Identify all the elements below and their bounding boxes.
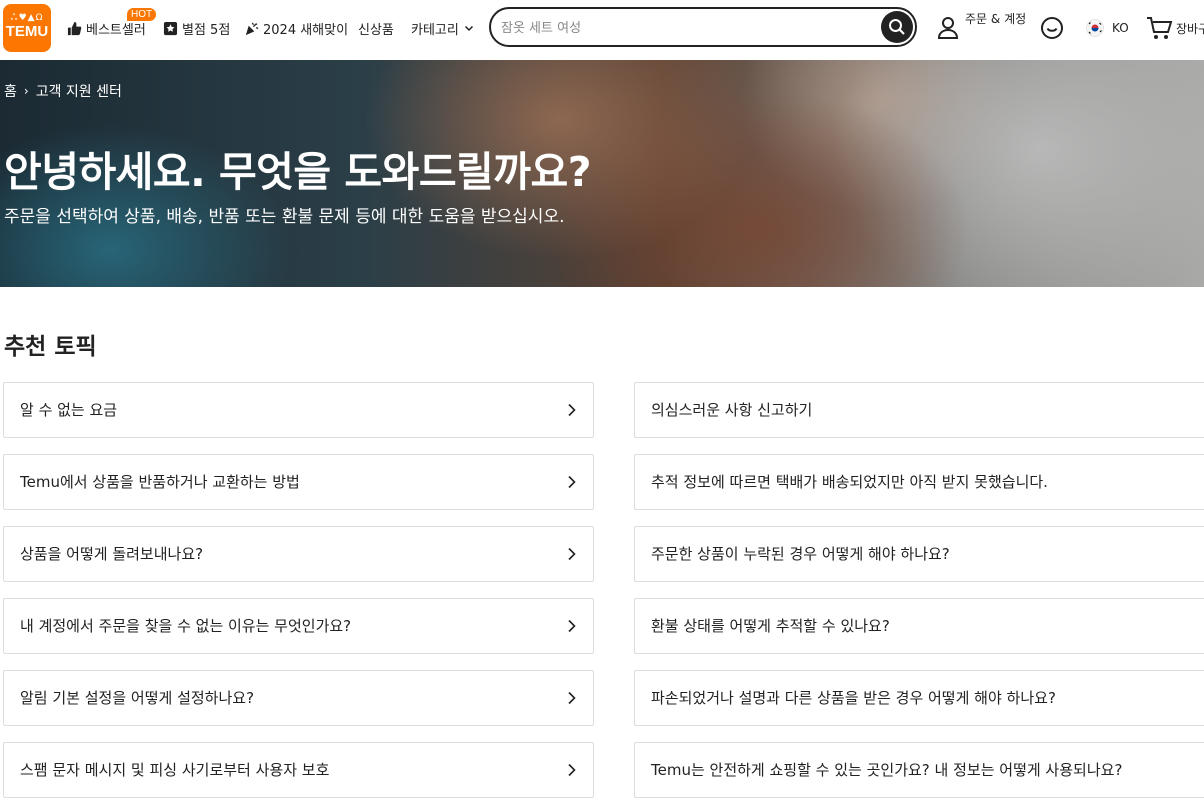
breadcrumb: 홈 › 고객 지원 센터 xyxy=(4,81,122,101)
topic-label: 의심스러운 사항 신고하기 xyxy=(651,401,813,419)
party-popper-icon xyxy=(245,22,259,35)
recommended-topics-title: 추천 토픽 xyxy=(4,334,97,360)
topic-card[interactable]: 파손되었거나 설명과 다른 상품을 받은 경우 어떻게 해야 하나요? xyxy=(634,670,1204,726)
hot-badge: HOT xyxy=(127,8,157,21)
star-box-icon xyxy=(163,21,178,35)
topic-card[interactable]: 내 계정에서 주문을 찾을 수 없는 이유는 무엇인가요? xyxy=(3,598,594,654)
language-selector[interactable]: KO xyxy=(1086,16,1132,40)
breadcrumb-home[interactable]: 홈 xyxy=(4,81,17,101)
korea-flag-icon xyxy=(1086,19,1104,37)
logo-text: TEMU xyxy=(5,23,49,40)
chevron-right-icon xyxy=(568,619,576,633)
hero-banner: 홈 › 고객 지원 센터 안녕하세요. 무엇을 도와드릴까요? 주문을 선택하여… xyxy=(0,60,1204,287)
orders-account-button[interactable]: 주문 & 계정 xyxy=(937,12,1027,46)
nav-new-arrivals-label: 신상품 xyxy=(358,22,394,38)
topic-label: 환불 상태를 어떻게 추적할 수 있나요? xyxy=(651,617,890,635)
topic-label: 주문한 상품이 누락된 경우 어떻게 해야 하나요? xyxy=(651,545,950,563)
language-label: KO xyxy=(1112,21,1129,35)
topic-label: 추적 정보에 따르면 택배가 배송되었지만 아직 받지 못했습니다. xyxy=(651,473,1048,491)
topic-card[interactable]: 상품을 어떻게 돌려보내나요? xyxy=(3,526,594,582)
logo-icons: ஃ♥▲Ω xyxy=(10,13,44,23)
topic-card[interactable]: 의심스러운 사항 신고하기 xyxy=(634,382,1204,438)
chevron-down-icon xyxy=(464,25,473,32)
nav-new-year-label: 2024 새해맞이 xyxy=(263,22,349,38)
breadcrumb-chevron-icon: › xyxy=(23,84,29,98)
search-input[interactable] xyxy=(501,18,871,38)
nav-bestseller-label: 베스트셀러 xyxy=(86,22,146,38)
topic-card[interactable]: 알 수 없는 요금 xyxy=(3,382,594,438)
top-header: ஃ♥▲Ω TEMU 베스트셀러 HOT 별점 5점 2024 새해맞이 신상품 … xyxy=(0,0,1204,60)
topic-card[interactable]: Temu는 안전하게 쇼핑할 수 있는 곳인가요? 내 정보는 어떻게 사용되나… xyxy=(634,742,1204,798)
search-icon xyxy=(889,19,905,35)
chevron-right-icon xyxy=(568,691,576,705)
topic-label: 알 수 없는 요금 xyxy=(20,401,118,419)
cart-label: 장바구니 xyxy=(1176,21,1204,36)
thumbs-up-icon xyxy=(67,21,82,35)
hero-title: 안녕하세요. 무엇을 도와드릴까요? xyxy=(4,148,592,196)
nav-new-arrivals[interactable]: 신상품 xyxy=(358,0,394,56)
chevron-right-icon xyxy=(568,763,576,777)
chevron-right-icon xyxy=(568,547,576,561)
topic-label: 파손되었거나 설명과 다른 상품을 받은 경우 어떻게 해야 하나요? xyxy=(651,689,1056,707)
topic-card[interactable]: 알림 기본 설정을 어떻게 설정하나요? xyxy=(3,670,594,726)
topic-card[interactable]: 주문한 상품이 누락된 경우 어떻게 해야 하나요? xyxy=(634,526,1204,582)
temu-logo[interactable]: ஃ♥▲Ω TEMU xyxy=(3,4,51,52)
hero-subtitle: 주문을 선택하여 상품, 배송, 반품 또는 환불 문제 등에 대한 도움을 받… xyxy=(4,207,565,227)
topic-card[interactable]: 스팸 문자 메시지 및 피싱 사기로부터 사용자 보호 xyxy=(3,742,594,798)
topic-label: 상품을 어떻게 돌려보내나요? xyxy=(20,545,204,563)
user-icon xyxy=(937,17,959,39)
cart-icon xyxy=(1147,17,1173,39)
topic-card[interactable]: 환불 상태를 어떻게 추적할 수 있나요? xyxy=(634,598,1204,654)
chevron-right-icon xyxy=(568,475,576,489)
nav-category[interactable]: 카테고리 xyxy=(411,0,475,56)
nav-five-star[interactable]: 별점 5점 xyxy=(163,0,230,56)
support-chat-button[interactable] xyxy=(1039,15,1065,41)
cart-button[interactable]: 장바구니 xyxy=(1146,14,1204,42)
orders-account-label: 주문 & 계정 xyxy=(965,12,1027,26)
nav-five-star-label: 별점 5점 xyxy=(182,22,231,38)
nav-category-label: 카테고리 xyxy=(411,22,459,38)
breadcrumb-current: 고객 지원 센터 xyxy=(35,84,122,100)
smile-chat-icon xyxy=(1041,17,1063,39)
search-box xyxy=(489,7,917,47)
topic-card[interactable]: 추적 정보에 따르면 택배가 배송되었지만 아직 받지 못했습니다. xyxy=(634,454,1204,510)
search-button[interactable] xyxy=(881,11,913,43)
topic-label: Temu에서 상품을 반품하거나 교환하는 방법 xyxy=(20,473,300,491)
nav-new-year[interactable]: 2024 새해맞이 xyxy=(244,0,348,56)
chevron-right-icon xyxy=(568,403,576,417)
topic-label: 알림 기본 설정을 어떻게 설정하나요? xyxy=(20,689,255,707)
topic-label: 스팸 문자 메시지 및 피싱 사기로부터 사용자 보호 xyxy=(20,761,330,779)
topic-label: 내 계정에서 주문을 찾을 수 없는 이유는 무엇인가요? xyxy=(20,617,352,635)
topic-card[interactable]: Temu에서 상품을 반품하거나 교환하는 방법 xyxy=(3,454,594,510)
topic-label: Temu는 안전하게 쇼핑할 수 있는 곳인가요? 내 정보는 어떻게 사용되나… xyxy=(651,761,1123,779)
